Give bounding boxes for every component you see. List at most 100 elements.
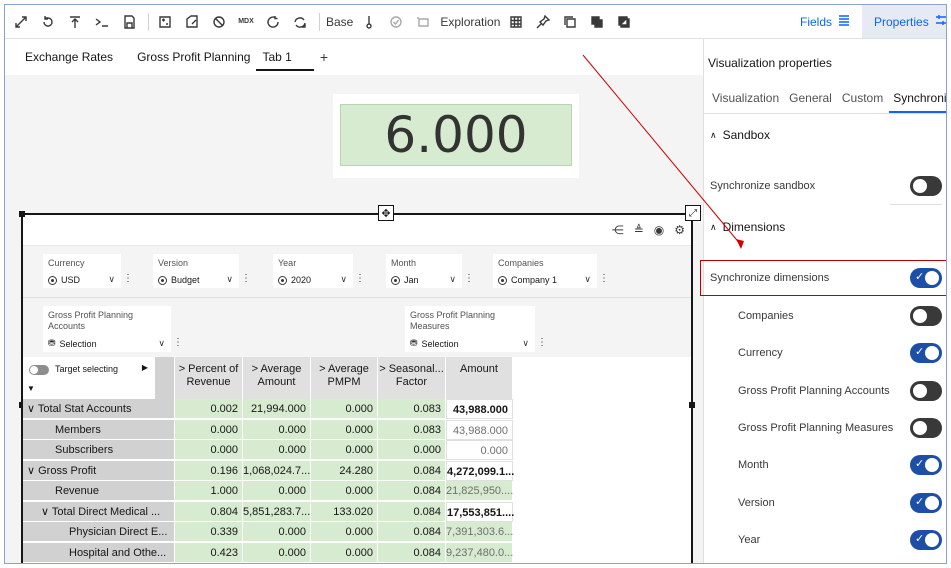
data-cell[interactable]: 0.000 — [311, 399, 378, 419]
data-cell[interactable]: 0.084 — [378, 501, 446, 522]
thermometer-icon[interactable] — [358, 11, 380, 33]
chevron-down-icon[interactable]: ∨ — [27, 465, 38, 477]
data-cell[interactable]: 17,553,851.... — [446, 501, 514, 522]
sync-dimensions-toggle[interactable]: ✓ — [910, 268, 942, 288]
dimensions-section-header[interactable]: ∧ Dimensions — [710, 220, 785, 234]
tab-visualization[interactable]: Visualization — [708, 91, 785, 109]
data-cell[interactable]: 0.002 — [175, 399, 243, 419]
chevron-down-icon[interactable]: ∨ — [41, 506, 52, 518]
data-cell[interactable]: 24.280 — [311, 460, 378, 481]
data-cell[interactable]: 0.084 — [378, 542, 446, 563]
col-header[interactable]: Amount — [446, 357, 513, 399]
chevron-down-icon[interactable]: ∨ — [158, 338, 165, 349]
col-header[interactable]: > Percent of Revenue — [175, 357, 243, 399]
filter-companies[interactable]: Companies Company 1 ∨ ⋮ — [493, 254, 609, 288]
data-cell[interactable]: 0.000 — [243, 419, 311, 440]
col-header[interactable]: > Seasonal... Factor — [378, 357, 446, 399]
kpi-card[interactable]: 6.000 — [333, 94, 579, 178]
resize-handle[interactable] — [19, 211, 25, 217]
row-label[interactable]: Revenue — [23, 481, 175, 501]
row-label[interactable]: Physician Direct E... — [23, 522, 175, 542]
expand-icon[interactable] — [10, 11, 32, 33]
data-cell[interactable]: 1.000 — [175, 481, 243, 501]
save-icon[interactable] — [118, 11, 140, 33]
dimension-toggle[interactable]: ✓ — [910, 529, 942, 550]
row-label[interactable]: Members — [23, 419, 175, 440]
data-cell[interactable]: 0.000 — [446, 440, 513, 460]
data-cell[interactable]: 0.000 — [243, 542, 311, 563]
data-cell[interactable]: 7,391,303.6... — [446, 522, 513, 542]
data-cell[interactable]: 0.000 — [311, 522, 378, 542]
null-icon[interactable] — [208, 11, 230, 33]
refresh-alt-icon[interactable] — [289, 11, 311, 33]
filter-currency[interactable]: Currency USD ∨ ⋮ — [43, 254, 133, 288]
chevron-down-icon[interactable]: ∨ — [108, 274, 115, 285]
mdx-icon[interactable]: MDX — [235, 11, 257, 33]
data-cell[interactable]: 0.083 — [378, 399, 446, 419]
data-cell[interactable]: 0.339 — [175, 522, 243, 542]
data-cell[interactable]: 0.804 — [175, 501, 243, 522]
exploration-label[interactable]: Exploration — [440, 15, 500, 29]
chevron-down-icon[interactable]: ∨ — [522, 338, 529, 349]
properties-button[interactable]: Properties — [862, 5, 946, 38]
caret-right-icon[interactable]: ▶ — [142, 361, 148, 374]
data-cell[interactable]: 0.084 — [378, 481, 446, 501]
data-cell[interactable]: 0.084 — [378, 460, 446, 481]
filter-measures[interactable]: Gross Profit Planning Measures ⛃ Selection… — [405, 306, 547, 352]
sync-sandbox-toggle[interactable] — [910, 176, 942, 196]
base-label[interactable]: Base — [326, 15, 353, 29]
caret-down-icon[interactable]: ▼ — [27, 382, 35, 395]
data-cell[interactable]: 0.000 — [311, 440, 378, 460]
tab-synchronize[interactable]: Synchronize — [889, 91, 946, 113]
row-label[interactable]: ∨ Gross Profit — [23, 460, 175, 481]
kebab-icon[interactable]: ⋮ — [355, 273, 365, 284]
add-tab-icon[interactable]: + — [320, 49, 328, 65]
data-cell[interactable]: 21,825,950.... — [446, 481, 513, 501]
filter-month[interactable]: Month Jan ∨ ⋮ — [386, 254, 474, 288]
data-cell[interactable]: 43,988.000 — [446, 399, 513, 419]
dimension-toggle[interactable]: ✓ — [910, 455, 942, 476]
chevron-down-icon[interactable]: ∨ — [584, 274, 591, 285]
grid-icon[interactable] — [505, 11, 527, 33]
data-cell[interactable]: 1,068,024.7... — [243, 460, 311, 481]
expand-handle-icon[interactable]: ⤢ — [685, 205, 701, 221]
rectangle-icon[interactable] — [412, 11, 434, 33]
kebab-icon[interactable]: ⋮ — [464, 273, 474, 284]
data-cell[interactable]: 0.000 — [311, 542, 378, 563]
data-cell[interactable]: 0.084 — [378, 522, 446, 542]
target-toggle[interactable] — [29, 364, 49, 375]
dimension-toggle[interactable] — [910, 306, 942, 326]
data-cell[interactable]: 0.000 — [311, 419, 378, 440]
filter-year[interactable]: Year 2020 ∨ ⋮ — [273, 254, 365, 288]
col-header[interactable]: > Average Amount — [243, 357, 311, 399]
data-cell[interactable]: 0.000 — [175, 440, 243, 460]
settings-icon[interactable]: ⚙ — [674, 223, 685, 237]
tab-tab-1[interactable]: Tab 1 — [254, 39, 315, 75]
kebab-icon[interactable]: ⋮ — [173, 337, 183, 348]
tab-exchange-rates[interactable]: Exchange Rates — [17, 39, 121, 75]
row-label[interactable]: Hospital and Othe... — [23, 542, 175, 563]
row-label[interactable]: ∨ Total Stat Accounts — [23, 399, 175, 419]
data-cell[interactable]: 0.000 — [243, 440, 311, 460]
data-cell[interactable]: 4,272,099.1... — [446, 460, 514, 481]
dimension-toggle[interactable] — [910, 417, 942, 438]
sandbox-section-header[interactable]: ∧ Sandbox — [710, 128, 770, 142]
data-cell[interactable]: 0.196 — [175, 460, 243, 481]
dimension-toggle[interactable] — [910, 380, 942, 401]
data-cell[interactable]: 0.000 — [311, 481, 378, 501]
data-cell[interactable]: 43,988.000 — [446, 419, 513, 440]
kebab-icon[interactable]: ⋮ — [123, 273, 133, 284]
hierarchy-icon[interactable]: ⋲ — [612, 223, 624, 237]
row-label[interactable]: Subscribers — [23, 440, 175, 460]
duplicate-icon[interactable] — [586, 11, 608, 33]
tab-gross-profit-planning[interactable]: Gross Profit Planning — [129, 39, 258, 75]
export-icon[interactable] — [181, 11, 203, 33]
data-cell[interactable]: 0.000 — [243, 522, 311, 542]
grid-widget[interactable]: ✥ ⤢ ⋲ ≜ ◉ ⚙ Currency USD ∨ ⋮ Version Bud… — [19, 205, 701, 563]
chevron-down-icon[interactable]: ∨ — [27, 403, 38, 415]
kebab-icon[interactable]: ⋮ — [241, 273, 251, 284]
undo-icon[interactable] — [37, 11, 59, 33]
window-icon[interactable] — [613, 11, 635, 33]
target-selecting[interactable]: Target selecting — [29, 363, 118, 376]
filter-accounts[interactable]: Gross Profit Planning Accounts ⛃ Selection… — [43, 306, 183, 352]
